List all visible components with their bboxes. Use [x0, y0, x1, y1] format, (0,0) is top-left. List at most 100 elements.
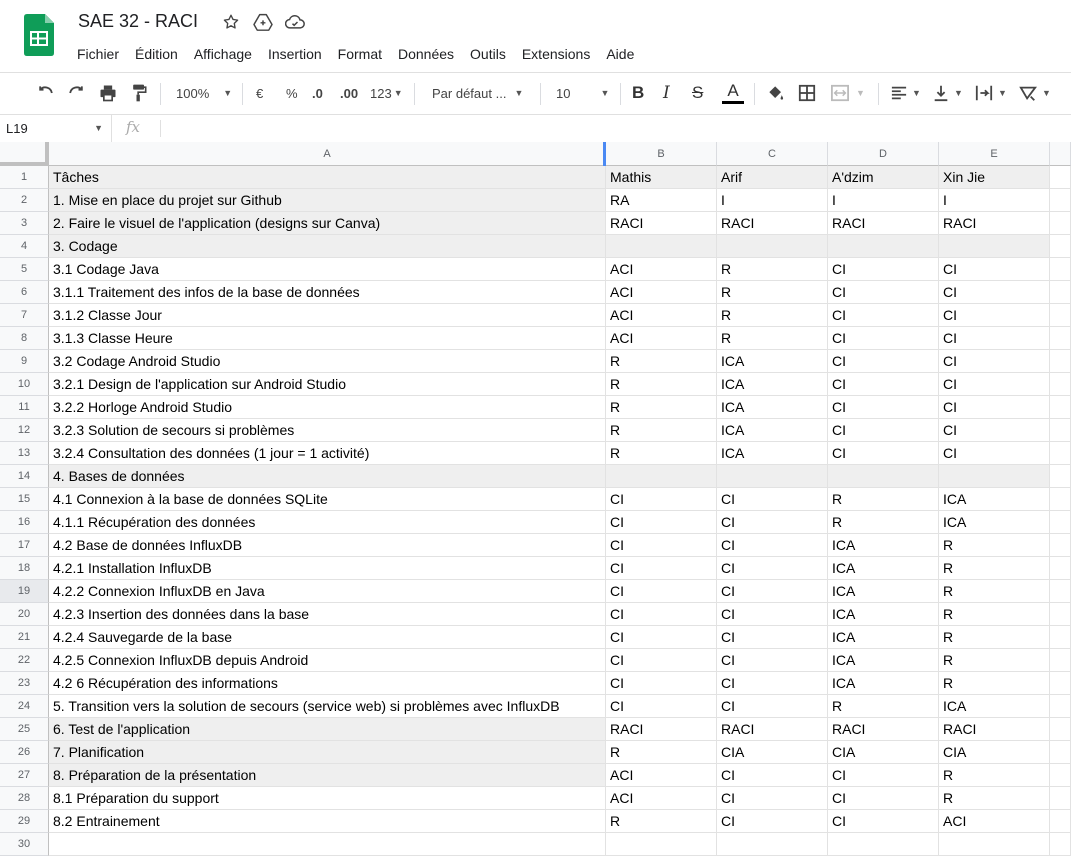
cell-filler[interactable]: [1050, 189, 1071, 212]
cell-c5[interactable]: R: [717, 258, 828, 281]
menu-aide[interactable]: Aide: [606, 44, 642, 64]
cell-b24[interactable]: CI: [606, 695, 717, 718]
row-header[interactable]: 22: [0, 649, 49, 672]
cell-filler[interactable]: [1050, 511, 1071, 534]
cell-b30[interactable]: [606, 833, 717, 856]
cell-a11[interactable]: 3.2.2 Horloge Android Studio: [49, 396, 606, 419]
cell-a12[interactable]: 3.2.3 Solution de secours si problèmes: [49, 419, 606, 442]
name-box[interactable]: L19 ▼: [0, 115, 112, 142]
cell-e23[interactable]: R: [939, 672, 1050, 695]
cell-d9[interactable]: CI: [828, 350, 939, 373]
cell-filler[interactable]: [1050, 626, 1071, 649]
row-header[interactable]: 27: [0, 764, 49, 787]
font-family-select[interactable]: Par défaut ... ▼: [432, 73, 523, 113]
cell-d1[interactable]: A'dzim: [828, 166, 939, 189]
row-header[interactable]: 17: [0, 534, 49, 557]
cell-b15[interactable]: CI: [606, 488, 717, 511]
cell-d18[interactable]: ICA: [828, 557, 939, 580]
cell-b21[interactable]: CI: [606, 626, 717, 649]
cell-b10[interactable]: R: [606, 373, 717, 396]
cell-filler[interactable]: [1050, 281, 1071, 304]
cell-d23[interactable]: ICA: [828, 672, 939, 695]
row-header[interactable]: 13: [0, 442, 49, 465]
cell-e9[interactable]: CI: [939, 350, 1050, 373]
cell-c1[interactable]: Arif: [717, 166, 828, 189]
cell-d19[interactable]: ICA: [828, 580, 939, 603]
cell-a18[interactable]: 4.2.1 Installation InfluxDB: [49, 557, 606, 580]
cell-b2[interactable]: RA: [606, 189, 717, 212]
strikethrough-icon[interactable]: S: [692, 73, 703, 113]
cell-a16[interactable]: 4.1.1 Récupération des données: [49, 511, 606, 534]
cell-b12[interactable]: R: [606, 419, 717, 442]
row-header[interactable]: 11: [0, 396, 49, 419]
menu-extensions[interactable]: Extensions: [522, 44, 598, 64]
cell-b18[interactable]: CI: [606, 557, 717, 580]
cell-c2[interactable]: I: [717, 189, 828, 212]
cell-a21[interactable]: 4.2.4 Sauvegarde de la base: [49, 626, 606, 649]
cell-c14[interactable]: [717, 465, 828, 488]
document-title[interactable]: SAE 32 - RACI: [78, 11, 198, 32]
row-header[interactable]: 24: [0, 695, 49, 718]
cell-e21[interactable]: R: [939, 626, 1050, 649]
cell-e4[interactable]: [939, 235, 1050, 258]
cell-b29[interactable]: R: [606, 810, 717, 833]
cell-filler[interactable]: [1050, 534, 1071, 557]
row-header[interactable]: 19: [0, 580, 49, 603]
select-all-corner[interactable]: [0, 142, 49, 166]
cell-d29[interactable]: CI: [828, 810, 939, 833]
row-header[interactable]: 6: [0, 281, 49, 304]
vertical-align-icon[interactable]: ▼: [932, 73, 963, 113]
row-header[interactable]: 23: [0, 672, 49, 695]
undo-icon[interactable]: [36, 73, 56, 113]
cell-filler[interactable]: [1050, 741, 1071, 764]
cell-filler[interactable]: [1050, 258, 1071, 281]
cell-a17[interactable]: 4.2 Base de données InfluxDB: [49, 534, 606, 557]
decrease-decimal-button[interactable]: .0: [312, 73, 323, 113]
menu-affichage[interactable]: Affichage: [194, 44, 260, 64]
cell-filler[interactable]: [1050, 695, 1071, 718]
cell-c21[interactable]: CI: [717, 626, 828, 649]
cell-d21[interactable]: ICA: [828, 626, 939, 649]
row-header[interactable]: 12: [0, 419, 49, 442]
cell-a6[interactable]: 3.1.1 Traitement des infos de la base de…: [49, 281, 606, 304]
cell-b1[interactable]: Mathis: [606, 166, 717, 189]
cell-b4[interactable]: [606, 235, 717, 258]
column-header-c[interactable]: C: [717, 142, 828, 166]
cell-e27[interactable]: R: [939, 764, 1050, 787]
cell-c4[interactable]: [717, 235, 828, 258]
cell-c25[interactable]: RACI: [717, 718, 828, 741]
cell-c9[interactable]: ICA: [717, 350, 828, 373]
cell-e18[interactable]: R: [939, 557, 1050, 580]
cell-e25[interactable]: RACI: [939, 718, 1050, 741]
cell-filler[interactable]: [1050, 580, 1071, 603]
cell-b11[interactable]: R: [606, 396, 717, 419]
cell-a8[interactable]: 3.1.3 Classe Heure: [49, 327, 606, 350]
cell-filler[interactable]: [1050, 465, 1071, 488]
cell-e14[interactable]: [939, 465, 1050, 488]
column-resize-handle[interactable]: [603, 142, 606, 166]
italic-icon[interactable]: I: [663, 73, 670, 113]
cell-b9[interactable]: R: [606, 350, 717, 373]
cell-c11[interactable]: ICA: [717, 396, 828, 419]
cell-e24[interactable]: ICA: [939, 695, 1050, 718]
row-header[interactable]: 1: [0, 166, 49, 189]
cell-a9[interactable]: 3.2 Codage Android Studio: [49, 350, 606, 373]
fill-color-icon[interactable]: [766, 73, 786, 113]
cell-d2[interactable]: I: [828, 189, 939, 212]
cell-a5[interactable]: 3.1 Codage Java: [49, 258, 606, 281]
column-header-b[interactable]: B: [606, 142, 717, 166]
cell-c12[interactable]: ICA: [717, 419, 828, 442]
row-header[interactable]: 20: [0, 603, 49, 626]
cell-filler[interactable]: [1050, 557, 1071, 580]
cell-a27[interactable]: 8. Préparation de la présentation: [49, 764, 606, 787]
cell-e16[interactable]: ICA: [939, 511, 1050, 534]
zoom-select[interactable]: 100% ▼: [176, 73, 232, 113]
cell-e17[interactable]: R: [939, 534, 1050, 557]
cell-d27[interactable]: CI: [828, 764, 939, 787]
cell-b22[interactable]: CI: [606, 649, 717, 672]
cell-d5[interactable]: CI: [828, 258, 939, 281]
cell-b3[interactable]: RACI: [606, 212, 717, 235]
cell-c28[interactable]: CI: [717, 787, 828, 810]
cell-e15[interactable]: ICA: [939, 488, 1050, 511]
cell-filler[interactable]: [1050, 649, 1071, 672]
